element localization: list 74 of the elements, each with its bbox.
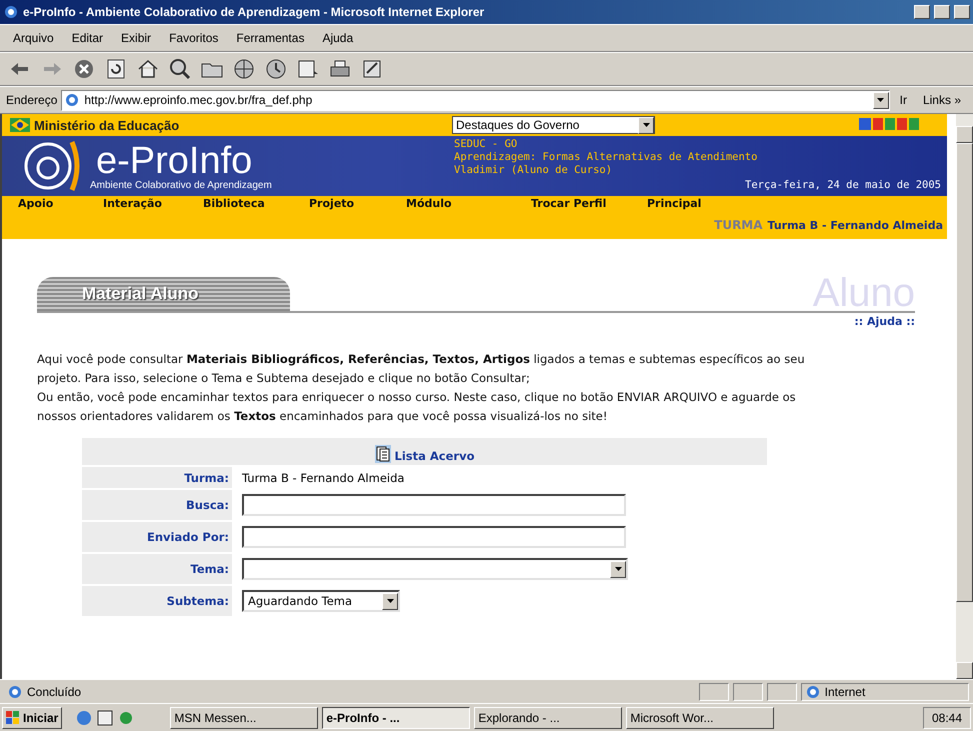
class-name: Turma B - Fernando Almeida: [768, 218, 943, 232]
logo-text: e-ProInfo: [96, 142, 252, 180]
windows-logo-icon: [6, 710, 20, 724]
status-text: Concluído: [4, 682, 696, 700]
menu-item[interactable]: Editar: [64, 29, 110, 47]
nav-link[interactable]: Trocar Perfil: [531, 197, 647, 210]
stop-icon[interactable]: [72, 57, 96, 81]
form-title: Lista Acervo: [394, 449, 474, 463]
field-label: Turma:: [82, 467, 232, 488]
close-button[interactable]: [954, 5, 970, 19]
address-label: Endereço: [6, 93, 58, 107]
section-title: Material Aluno: [82, 284, 198, 304]
dropdown-button[interactable]: [872, 92, 889, 108]
taskbar-button[interactable]: e-ProInfo - ...: [322, 706, 470, 728]
status-panel: [766, 682, 797, 700]
logo-emblem-icon: [22, 138, 82, 194]
user-info: SEDUC - GO: [454, 138, 518, 151]
field-label: Busca:: [82, 490, 232, 520]
text-field[interactable]: [242, 526, 626, 548]
go-button[interactable]: Ir: [894, 93, 913, 107]
field-label: Enviado Por:: [82, 522, 232, 552]
description-text: Aqui você pode consultar Materiais Bibliográficos, Referências, Textos, Artigos ligados a temas e subtemas específicos ao seu projeto. Para isso, selecione o Tema e Subtema desejado e clique no botão Consultar;: [37, 351, 806, 387]
caret-icon: [877, 98, 884, 102]
user-info: Vladimir (Aluno de Curso): [454, 164, 614, 177]
flag-icon: [10, 118, 30, 132]
menu-item[interactable]: Exibir: [114, 29, 158, 47]
taskbar-button[interactable]: Explorando - ...: [474, 706, 622, 728]
address-field[interactable]: http://www.eproinfo.mec.gov.br/fra_def.php: [61, 90, 890, 110]
window-title: e-ProInfo - Ambiente Colaborativo de Aprendizagem - Microsoft Internet Explorer: [23, 5, 486, 19]
ministry-title: Ministério da Educação: [34, 118, 180, 132]
nav-link[interactable]: Principal: [647, 197, 727, 210]
nav-link[interactable]: Biblioteca: [203, 197, 309, 210]
logo-subtitle: Ambiente Colaborativo de Aprendizagem: [90, 180, 272, 190]
start-button[interactable]: Iniciar: [2, 706, 62, 728]
zone-indicator: Internet: [800, 682, 970, 700]
status-panel: [699, 682, 730, 700]
maximize-button[interactable]: [934, 5, 950, 19]
caret-icon: [614, 567, 622, 571]
links-button[interactable]: Links »: [916, 93, 967, 107]
nav-link[interactable]: Apoio: [18, 197, 103, 210]
clock: 08:44: [932, 710, 962, 724]
taskbar-button[interactable]: Microsoft Wor...: [626, 706, 774, 728]
nav-link[interactable]: Interação: [103, 197, 203, 210]
caret-icon: [642, 123, 650, 127]
description-text: Ou então, você pode encaminhar textos para enriquecer o nosso curso. Neste caso, clique no botão ENVIAR ARQUIVO e aguarde os nossos orientadores validarem os Textos encaminhados para que você possa visualizá-los no site!: [37, 389, 797, 425]
select-field[interactable]: [242, 558, 628, 580]
home-icon[interactable]: [136, 57, 160, 81]
government-select[interactable]: Destaques do Governo: [452, 116, 655, 134]
minimize-button[interactable]: [914, 5, 930, 19]
nav-link[interactable]: Módulo: [406, 197, 531, 210]
menu-item[interactable]: Favoritos: [162, 29, 226, 47]
search-icon[interactable]: [168, 57, 192, 81]
globe-icon[interactable]: [232, 57, 256, 81]
status-panel: [733, 682, 763, 700]
document-icon: [374, 445, 391, 463]
field-label: Tema:: [82, 554, 232, 584]
menu-item[interactable]: Ferramentas: [229, 29, 312, 47]
url-text: http://www.eproinfo.mec.gov.br/fra_def.php: [84, 93, 314, 107]
text-field[interactable]: [242, 494, 626, 516]
logo-icon: [859, 118, 919, 132]
field-label: Subtema:: [82, 586, 232, 616]
menu-item[interactable]: Arquivo: [6, 29, 61, 47]
select-field[interactable]: Aguardando Tema: [242, 590, 400, 612]
history-icon[interactable]: [264, 57, 288, 81]
menu-item[interactable]: Ajuda: [315, 29, 360, 47]
scrollbar[interactable]: [956, 114, 973, 679]
date-text: Terça-feira, 24 de maio de 2005: [745, 179, 941, 192]
field-value: Turma B - Fernando Almeida: [242, 470, 404, 484]
user-info: Aprendizagem: Formas Alternativas de Atendimento: [454, 151, 758, 164]
class-label: TURMA: [714, 218, 763, 232]
taskbar-button[interactable]: MSN Messen...: [170, 706, 318, 728]
caret-icon: [386, 599, 394, 603]
nav-link[interactable]: Projeto: [309, 197, 406, 210]
help-link[interactable]: :: Ajuda ::: [37, 315, 915, 328]
